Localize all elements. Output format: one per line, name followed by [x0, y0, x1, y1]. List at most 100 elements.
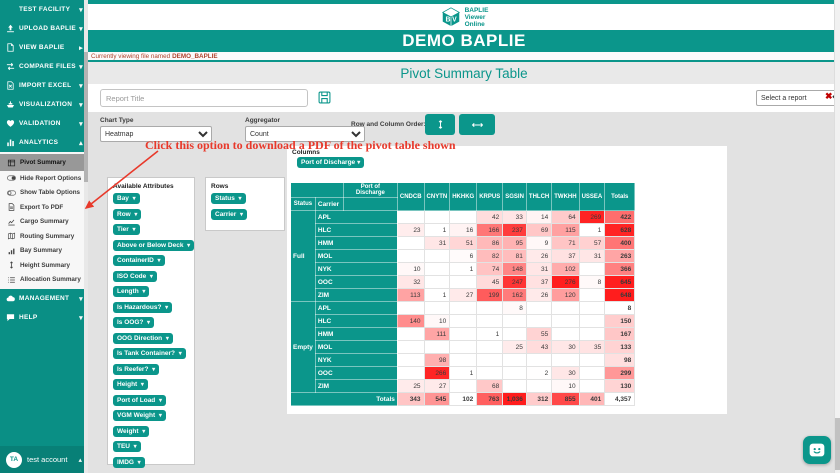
value-cell-hlc-twkhh: 115: [552, 224, 579, 237]
aggregator-label: Aggregator: [245, 117, 280, 124]
sidebar-scrollbar-thumb[interactable]: [84, 52, 88, 182]
export-pdf-icon: [7, 203, 16, 211]
table-row: NYK1017414831102366: [291, 263, 635, 276]
chip-label: Is OOG?: [117, 319, 143, 326]
value-cell-zim-sgsin: [503, 380, 527, 393]
sidebar-item-validation[interactable]: VALIDATION▾: [0, 114, 88, 133]
attribute-chip-above-or-below-deck[interactable]: Above or Below Deck ▾: [113, 240, 194, 251]
attribute-chip-is-reefer[interactable]: Is Reefer? ▾: [113, 364, 159, 375]
sidebar-item-analytics[interactable]: ANALYTICS▴: [0, 133, 88, 152]
attribute-chip-is-oog[interactable]: Is OOG? ▾: [113, 317, 154, 328]
page-scrollbar-thumb[interactable]: [835, 418, 840, 470]
cube-logo-icon: B V: [440, 6, 462, 28]
sidebar-item-upload-baplie[interactable]: UPLOAD BAPLIE▾: [0, 19, 88, 38]
attribute-chip-status[interactable]: Status ▾: [211, 193, 246, 204]
value-cell-zim-cndcb: 25: [397, 380, 424, 393]
sidebar-item-view-baplie[interactable]: VIEW BAPLIE▸: [0, 38, 88, 57]
rows-title: Rows: [206, 178, 284, 193]
chip-label: TEU: [117, 443, 130, 450]
chat-widget-button[interactable]: [803, 436, 831, 464]
sidebar-item-compare-files[interactable]: COMPARE FILES▾: [0, 57, 88, 76]
value-cell-ooc-krpus: 45: [477, 276, 503, 289]
vertical-order-icon[interactable]: [425, 114, 455, 135]
report-title-input[interactable]: [100, 89, 308, 107]
value-cell-nyk-cndcb: [397, 354, 424, 367]
submenu-item-cargo-summary[interactable]: Cargo Summary: [0, 215, 88, 230]
carrier-cell-mol: MOL: [315, 341, 397, 354]
submenu-item-export-to-pdf[interactable]: Export To PDF: [0, 200, 88, 215]
blank-icon: [6, 5, 15, 14]
rows-chip-list: Status ▾ Carrier ▾: [206, 193, 284, 220]
value-cell-ooc-thlch: 37: [526, 276, 551, 289]
sidebar-item-import-excel[interactable]: IMPORT EXCEL▾: [0, 76, 88, 95]
caret-down-icon: ▾: [79, 120, 83, 128]
value-cell-hlc-cnytn: 1: [424, 224, 450, 237]
attribute-chip-tier[interactable]: Tier ▾: [113, 224, 140, 235]
submenu-item-allocation-summary[interactable]: Allocation Summary: [0, 273, 88, 288]
order-label: Row and Column Order:: [351, 121, 426, 128]
attribute-chip-iso-code[interactable]: ISO Code ▾: [113, 271, 157, 282]
chat-icon: [6, 313, 15, 322]
sidebar-item-label: HELP: [19, 314, 77, 321]
col-total-hkhkg: 102: [450, 393, 477, 406]
attribute-chip-containerid[interactable]: ContainerID ▾: [113, 255, 165, 266]
value-cell-hlc-hkhkg: [450, 315, 477, 328]
value-cell-hlc-krpus: 166: [477, 224, 503, 237]
value-cell-mol-thlch: 43: [526, 341, 551, 354]
submenu-item-pivot-summary[interactable]: Pivot Summary: [0, 154, 88, 171]
columns-chip-port-of-discharge[interactable]: Port of Discharge ▾: [297, 157, 364, 168]
attribute-chip-is-hazardous[interactable]: Is Hazardous? ▾: [113, 302, 172, 313]
attribute-chip-imdg[interactable]: IMDG ▾: [113, 457, 145, 468]
caret-down-icon: ▾: [157, 398, 162, 404]
close-icon[interactable]: ✖: [825, 91, 833, 102]
submenu-item-height-summary[interactable]: Height Summary: [0, 258, 88, 273]
carrier-cell-apl: APL: [315, 302, 397, 315]
row-total-hmm: 400: [605, 237, 635, 250]
page-scrollbar[interactable]: [834, 0, 840, 473]
submenu-item-bay-summary[interactable]: Bay Summary: [0, 244, 88, 259]
account-menu[interactable]: TA test account ▴: [0, 446, 88, 473]
chip-label: Is Hazardous?: [117, 304, 161, 311]
col-total-cndcb: 343: [397, 393, 424, 406]
caret-down-icon: ▾: [145, 320, 150, 326]
value-cell-zim-cnytn: 27: [424, 380, 450, 393]
submenu-item-hide-report-options[interactable]: Hide Report Options: [0, 171, 88, 186]
sidebar-item-label: TEST FACILITY: [19, 6, 77, 13]
row-dim-carrier-header: Carrier: [315, 198, 343, 211]
sidebar-item-help[interactable]: HELP▾: [0, 308, 88, 327]
attribute-chip-oog-direction[interactable]: OOG Direction ▾: [113, 333, 173, 344]
sidebar-item-test-facility[interactable]: TEST FACILITY▾: [0, 0, 88, 19]
value-cell-nyk-ussea: [579, 263, 605, 276]
attribute-chip-bay[interactable]: Bay ▾: [113, 193, 140, 204]
top-header: B V BAPLIE Viewer Online: [88, 0, 840, 30]
value-cell-ooc-twkhh: 276: [552, 276, 579, 289]
table-row: MOL25433035133: [291, 341, 635, 354]
caret-up-icon: ▴: [78, 456, 82, 464]
submenu-item-routing-summary[interactable]: Routing Summary: [0, 229, 88, 244]
value-cell-nyk-hkhkg: [450, 354, 477, 367]
sidebar-item-management[interactable]: MANAGEMENT▾: [0, 289, 88, 308]
save-icon[interactable]: [318, 91, 331, 104]
attribute-chip-height[interactable]: Height ▾: [113, 379, 148, 390]
attribute-chip-weight[interactable]: Weight ▾: [113, 426, 149, 437]
chip-label: Is Reefer?: [117, 366, 148, 373]
sidebar-scrollbar[interactable]: [84, 0, 88, 473]
attribute-chip-teu[interactable]: TEU ▾: [113, 441, 141, 452]
value-cell-hmm-sgsin: [503, 328, 527, 341]
bay-chart-icon: [7, 247, 16, 255]
caret-down-icon: ▾: [139, 382, 144, 388]
table-row: HMM111155167: [291, 328, 635, 341]
sidebar-item-visualization[interactable]: VISUALIZATION▾: [0, 95, 88, 114]
submenu-item-show-table-options[interactable]: Show Table Options: [0, 186, 88, 201]
caret-down-icon: ▾: [163, 305, 168, 311]
chart-type-label: Chart Type: [100, 117, 133, 124]
value-cell-nyk-krpus: 74: [477, 263, 503, 276]
attribute-chip-length[interactable]: Length ▾: [113, 286, 149, 297]
attribute-chip-row[interactable]: Row ▾: [113, 209, 141, 220]
attribute-chip-vgm-weight[interactable]: VGM Weight ▾: [113, 410, 166, 421]
attribute-chip-is-tank-container[interactable]: Is Tank Container? ▾: [113, 348, 186, 359]
attribute-chip-port-of-load[interactable]: Port of Load ▾: [113, 395, 166, 406]
attribute-chip-carrier[interactable]: Carrier ▾: [211, 209, 247, 220]
row-total-ooc: 299: [605, 367, 635, 380]
horizontal-order-icon[interactable]: [459, 114, 495, 135]
